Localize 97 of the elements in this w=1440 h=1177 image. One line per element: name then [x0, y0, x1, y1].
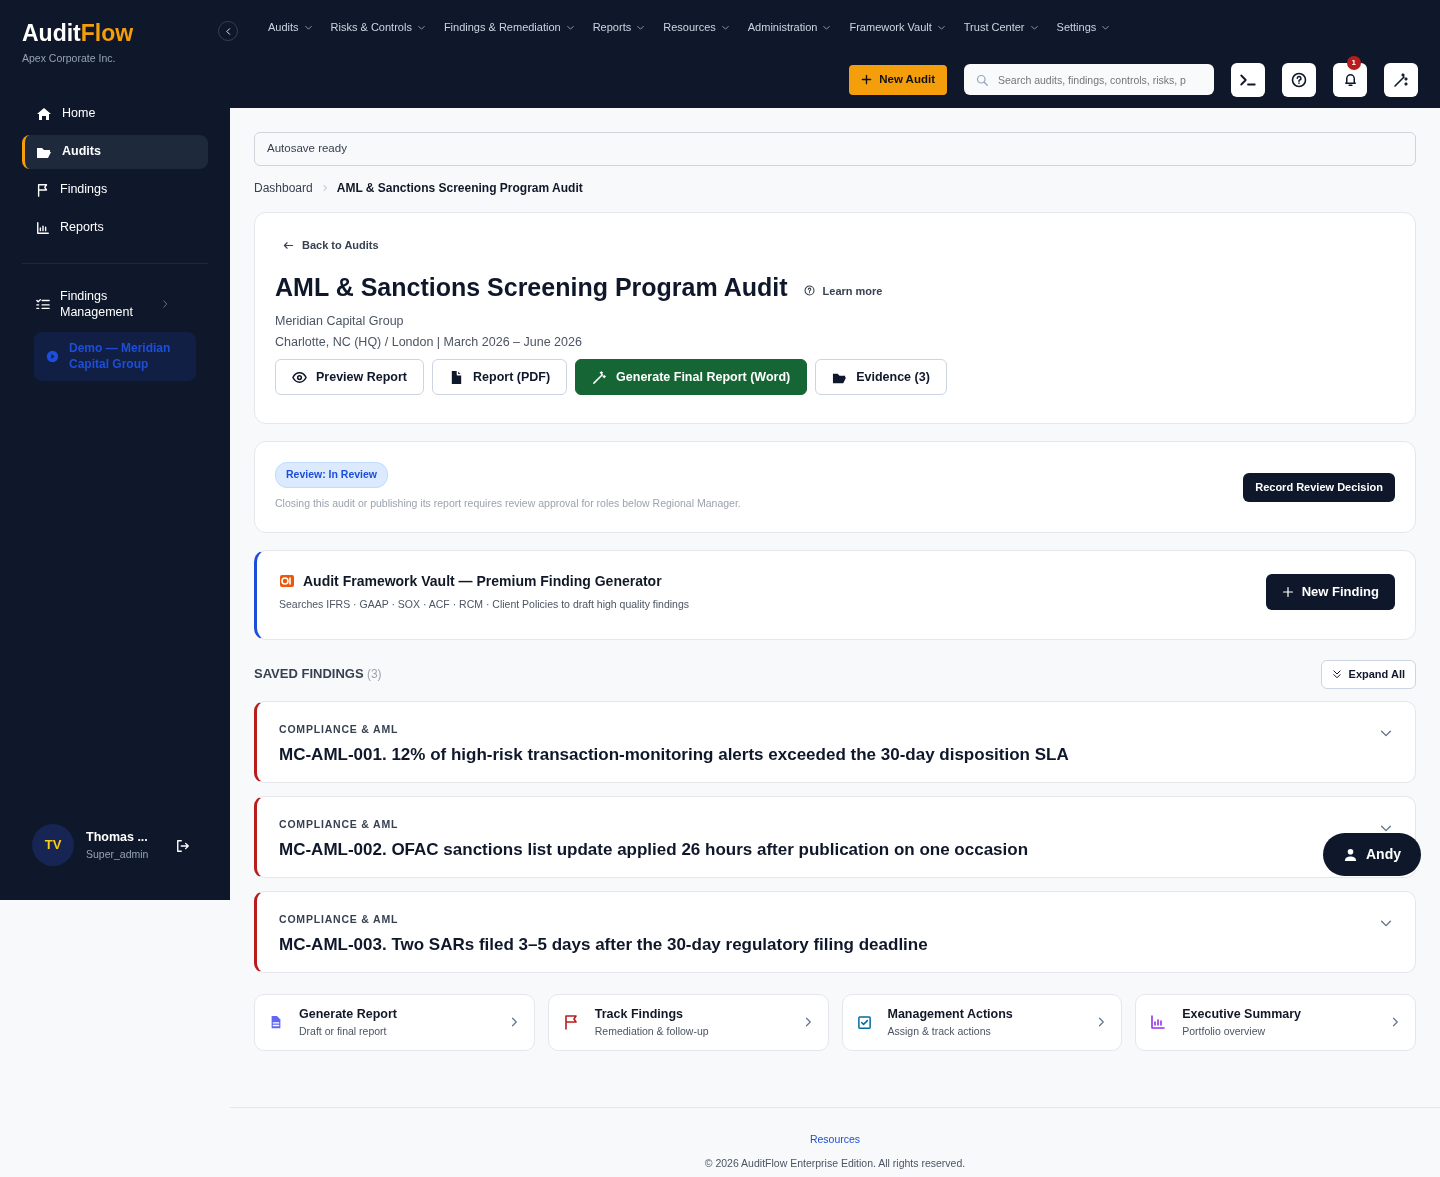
- nav-menu[interactable]: Settings: [1056, 19, 1111, 36]
- magic-wand-icon: [1393, 71, 1409, 88]
- quick-link-subtitle: Draft or final report: [299, 1023, 388, 1039]
- double-chevron-down-icon: [1331, 669, 1342, 679]
- search-field[interactable]: Search audits, findings, controls, risks, p: [964, 64, 1214, 95]
- sidebar-item[interactable]: Reports: [22, 210, 208, 245]
- flag-icon: [562, 1014, 579, 1030]
- user-name: Thomas ...: [86, 828, 149, 846]
- new-audit-button[interactable]: New Audit: [849, 64, 947, 95]
- user-icon: [1343, 847, 1358, 862]
- help-icon: [803, 285, 815, 297]
- breadcrumb-current: AML & Sanctions Screening Program Audit: [336, 180, 583, 197]
- finding-card[interactable]: COMPLIANCE & AML MC-AML-003. Two SARs filed 3–5 days after the 30-day regulatory filing deadline: [254, 890, 1416, 973]
- audit-details: Charlotte, NC (HQ) / London | March 2026 – June 2026: [275, 333, 583, 351]
- plus-icon: [1281, 585, 1294, 598]
- sidebar-item[interactable]: Home: [22, 96, 208, 131]
- flag-icon: [36, 182, 50, 197]
- nav-menu[interactable]: Audits: [268, 19, 313, 36]
- report-action-button[interactable]: Generate Final Report (Word): [575, 359, 808, 396]
- client-name: Meridian Capital Group: [275, 312, 405, 330]
- review-status-badge: Review: In Review: [275, 462, 389, 488]
- quick-link-subtitle: Portfolio overview: [1182, 1023, 1267, 1039]
- bar-chart-icon: [36, 220, 50, 235]
- terminal-button[interactable]: [1231, 62, 1265, 97]
- play-circle-icon: [46, 350, 59, 364]
- autosave-status: Autosave ready: [254, 132, 1416, 166]
- nav-menu[interactable]: Reports: [592, 19, 646, 36]
- sidebar-item[interactable]: Findings: [22, 172, 208, 207]
- notifications-button[interactable]: [1333, 62, 1367, 97]
- expand-all-button[interactable]: Expand All: [1320, 659, 1416, 689]
- finding-category: COMPLIANCE & AML: [279, 721, 399, 737]
- nav-menu[interactable]: Administration: [747, 19, 832, 36]
- document-icon: [269, 1015, 283, 1029]
- nav-menu[interactable]: Findings & Remediation: [443, 19, 575, 36]
- nav-menu[interactable]: Framework Vault: [849, 19, 946, 36]
- checklist-icon: [36, 297, 50, 311]
- plus-icon: [861, 74, 873, 85]
- new-finding-button[interactable]: New Finding: [1265, 573, 1395, 610]
- quick-link-title: Management Actions: [887, 1005, 1014, 1023]
- finding-category: COMPLIANCE & AML: [279, 911, 399, 927]
- review-note: Closing this audit or publishing its report requires review approval for roles below Regional Manager.: [275, 496, 741, 511]
- copyright-text: © 2026 AuditFlow Enterprise Edition. All rights reserved.: [703, 1155, 967, 1171]
- report-action-button[interactable]: Preview Report: [275, 359, 424, 396]
- finding-title: MC-AML-001. 12% of high-risk transaction-monitoring alerts exceeded the 30-day disposition SLA: [279, 744, 1069, 767]
- vault-icon: [279, 573, 295, 590]
- footer-link[interactable]: Resources: [809, 1132, 861, 1145]
- vault-title: Audit Framework Vault — Premium Finding Generator: [303, 571, 662, 591]
- nav-menu[interactable]: Risks & Controls: [330, 19, 426, 36]
- back-link[interactable]: Back to Audits: [283, 237, 379, 254]
- report-action-button[interactable]: Evidence (3): [815, 359, 947, 396]
- company-name: Apex Corporate Inc.: [22, 51, 117, 66]
- section-heading: SAVED FINDINGS: [254, 666, 364, 682]
- collapse-button[interactable]: [218, 21, 238, 41]
- assistant-button[interactable]: Andy: [1323, 833, 1421, 876]
- record-decision-button[interactable]: Record Review Decision: [1243, 472, 1395, 502]
- magic-wand-button[interactable]: [1384, 62, 1418, 97]
- quick-link-subtitle: Assign & track actions: [887, 1023, 992, 1039]
- home-icon: [36, 105, 52, 122]
- audit-title: AML & Sanctions Screening Program Audit: [275, 271, 788, 302]
- quick-link-card[interactable]: Management Actions Assign & track actions: [841, 993, 1123, 1051]
- breadcrumb-link[interactable]: Dashboard: [254, 179, 313, 197]
- magic-wand-icon: [592, 369, 608, 385]
- user-role: Super_admin: [86, 846, 149, 862]
- quick-link-card[interactable]: Track Findings Remediation & follow-up: [547, 993, 829, 1051]
- finding-title: MC-AML-003. Two SARs filed 3–5 days after the 30-day regulatory filing deadline: [279, 934, 928, 957]
- quick-link-card[interactable]: Generate Report Draft or final report: [254, 993, 535, 1051]
- chevron-left-icon: [223, 26, 233, 36]
- breadcrumb-chevron-icon: [320, 184, 329, 192]
- pdf-file-icon: [449, 369, 464, 385]
- nav-menu[interactable]: Resources: [663, 19, 730, 36]
- vault-subtitle: Searches IFRS · GAAP · SOX · ACF · RCM · Client Policies to draft high quality findings: [279, 596, 690, 612]
- eye-icon: [292, 369, 307, 385]
- quick-link-card[interactable]: Executive Summary Portfolio overview: [1135, 993, 1416, 1051]
- quick-link-title: Executive Summary: [1182, 1005, 1303, 1023]
- finding-category: COMPLIANCE & AML: [279, 816, 399, 832]
- nav-menu[interactable]: Trust Center: [963, 19, 1039, 36]
- chevron-right-icon: [160, 299, 170, 309]
- quick-link-subtitle: Remediation & follow-up: [594, 1023, 710, 1039]
- bar-chart-icon: [1150, 1014, 1167, 1030]
- notification-count: 1: [1346, 55, 1361, 70]
- logout-icon: [176, 838, 191, 853]
- user-avatar: TV: [32, 824, 74, 866]
- help-button[interactable]: [1282, 62, 1316, 97]
- bell-icon: [1342, 72, 1358, 87]
- quick-link-title: Track Findings: [594, 1005, 684, 1023]
- findings-count: (3): [366, 667, 382, 682]
- learn-more-link[interactable]: Learn more: [803, 282, 883, 299]
- quick-link-title: Generate Report: [299, 1005, 398, 1023]
- finding-title: MC-AML-002. OFAC sanctions list update applied 26 hours after publication on one occasion: [279, 839, 1029, 862]
- finding-card[interactable]: COMPLIANCE & AML MC-AML-001. 12% of high-risk transaction-monitoring alerts exceeded the 30-day disposition SLA: [254, 700, 1416, 783]
- sidebar-item[interactable]: Audits: [22, 134, 208, 169]
- logo-text: AuditFlow: [22, 22, 135, 45]
- sidebar-group[interactable]: Findings Management: [22, 287, 208, 321]
- checkbox-icon: [856, 1014, 872, 1030]
- help-icon: [1291, 71, 1307, 88]
- arrow-left-icon: [283, 239, 294, 251]
- report-action-button[interactable]: Report (PDF): [432, 359, 568, 396]
